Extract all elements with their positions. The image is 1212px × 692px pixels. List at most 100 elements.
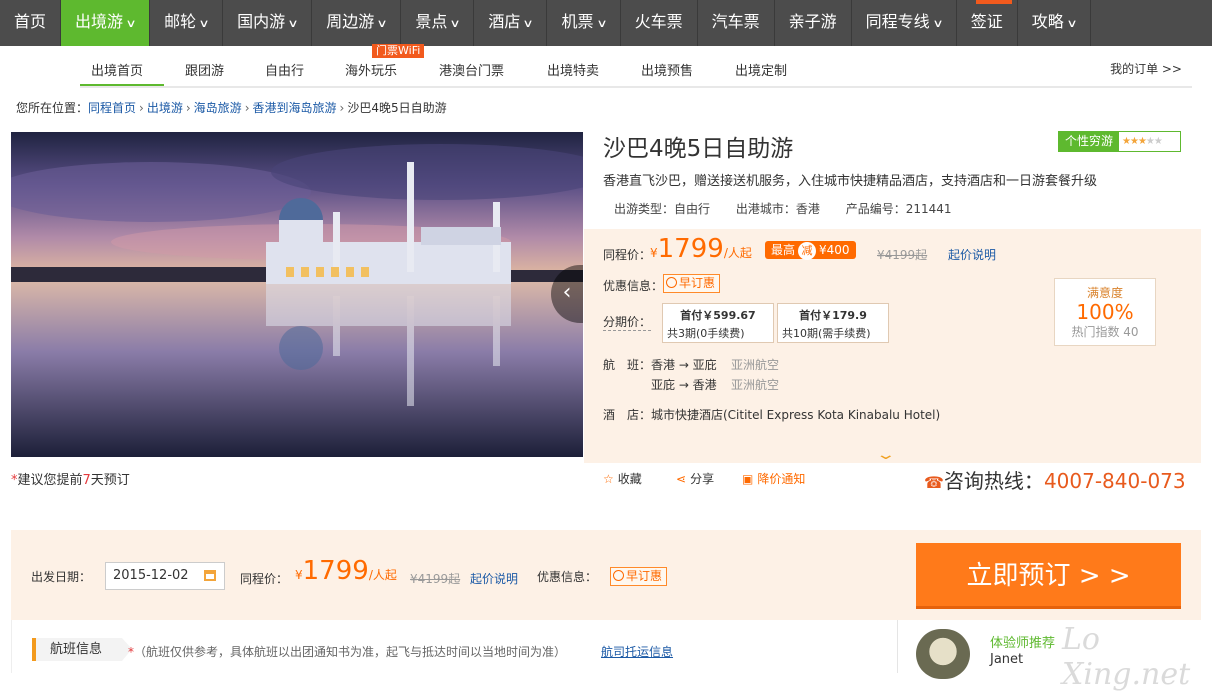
nav-item-label: 酒店	[488, 12, 521, 31]
nav-item-bus[interactable]: 汽车票	[698, 0, 775, 46]
clock-icon	[666, 277, 677, 288]
hot-badge	[976, 0, 1012, 4]
nav-item-special-line[interactable]: 同程专线 ∨	[852, 0, 957, 46]
product-meta: 出游类型：自由行 出港城市：香港 产品编号：211441	[614, 200, 974, 217]
tag-label: 个性穷游	[1059, 132, 1120, 151]
subnav-item-home[interactable]: 出境首页	[91, 60, 143, 79]
flight-info-tab[interactable]: 航班信息	[32, 638, 132, 661]
discount-badge: 最高减 ¥400	[765, 241, 856, 260]
booking-advice: *建议您提前7天预订	[11, 473, 130, 488]
flight-label: 航 班：	[603, 358, 652, 372]
booking-original-price: ¥4199起	[410, 572, 461, 586]
nav-item-home[interactable]: 首页	[0, 0, 62, 46]
nav-item-cruise[interactable]: 邮轮 ∨	[150, 0, 224, 46]
chevron-down-icon: ∨	[595, 17, 608, 30]
wifi-badge: 门票WiFi	[372, 44, 425, 58]
hotline: ☎咨询热线：4007-840-073	[924, 469, 1186, 493]
nav-item-guides[interactable]: 攻略 ∨	[1018, 0, 1091, 46]
breadcrumb-link[interactable]: 出境游	[147, 101, 183, 115]
my-orders-link[interactable]: 我的订单 >>	[1110, 60, 1182, 77]
price-label: 同程价：	[603, 248, 652, 262]
installment-label: 分期价：	[603, 315, 652, 331]
price-alert-button[interactable]: ▣ 降价通知	[742, 470, 805, 487]
chevron-down-icon: ∨	[287, 17, 299, 30]
chevron-down-icon: ∨	[125, 17, 137, 30]
nav-item-train[interactable]: 火车票	[621, 0, 698, 46]
share-icon: ⋖	[676, 472, 687, 486]
nav-item-label: 攻略	[1031, 12, 1064, 31]
nav-item-family[interactable]: 亲子游	[775, 0, 852, 46]
subnav-item-group-tour[interactable]: 跟团游	[185, 60, 224, 79]
chevron-down-icon: ∨	[932, 17, 944, 30]
booking-price-label: 同程价：	[240, 572, 289, 586]
subnav-item-hk-tickets[interactable]: 港澳台门票	[439, 60, 504, 79]
breadcrumb-prefix: 您所在位置：	[16, 101, 89, 115]
breadcrumb-link[interactable]: 同程首页	[88, 101, 136, 115]
installment-option[interactable]: 首付￥179.9 共10期(需手续费)	[777, 303, 889, 343]
nav-item-attractions[interactable]: 景点 ∨	[401, 0, 475, 46]
flight-note: *（航班仅供参考，具体航班以出团通知书为准，起飞与抵达时间以当地时间为准）	[128, 645, 567, 659]
expand-chevron-icon[interactable]: ⌄	[875, 447, 896, 463]
product-photo[interactable]: ‹	[11, 132, 583, 457]
price-tag-icon: ▣	[742, 472, 754, 486]
book-now-button[interactable]: 立即预订 > >	[916, 543, 1181, 609]
subnav-item-overseas-fun[interactable]: 海外玩乐	[345, 60, 397, 79]
subnav-item-sale[interactable]: 出境特卖	[547, 60, 599, 79]
promo-label: 优惠信息：	[603, 279, 664, 293]
breadcrumb: 您所在位置：同程首页 › 出境游 › 海岛旅游 › 香港到海岛旅游 › 沙巴4晚5日自助游	[16, 101, 447, 115]
product-title: 沙巴4晚5日自助游	[603, 136, 794, 162]
early-bird-badge[interactable]: 早订惠	[663, 274, 721, 293]
hotel-label: 酒 店：	[603, 408, 652, 422]
installment-option[interactable]: 首付￥599.67 共3期(0手续费)	[662, 303, 774, 343]
subnav-item-custom[interactable]: 出境定制	[735, 60, 787, 79]
breadcrumb-current: 沙巴4晚5日自助游	[347, 101, 447, 115]
nav-item-label: 机票	[561, 12, 594, 31]
advisor-name[interactable]: Janet	[990, 652, 1023, 667]
product-subtitle: 香港直飞沙巴，赠送接送机服务，入住城市快捷精品酒店，支持酒店和一日游套餐升级	[603, 174, 1098, 189]
nav-item-label: 出境游	[75, 12, 124, 31]
clock-icon	[613, 570, 624, 581]
original-price: ¥4199起	[877, 248, 928, 262]
calendar-icon[interactable]	[204, 570, 216, 581]
booking-price-explain-link[interactable]: 起价说明	[470, 570, 518, 587]
satisfaction-value: 100%	[1076, 300, 1134, 324]
chevron-down-icon: ∨	[522, 17, 535, 30]
baggage-info-link[interactable]: 航司托运信息	[601, 643, 673, 660]
product-code: 产品编号：211441	[845, 202, 952, 216]
nav-item-label: 周边游	[326, 12, 375, 31]
trip-type: 出游类型：自由行	[614, 202, 711, 216]
flight-airline: 亚洲航空	[731, 378, 780, 392]
booking-price: ¥1799/人起	[295, 556, 397, 586]
avatar[interactable]	[916, 629, 970, 679]
nav-item-outbound[interactable]: 出境游 ∨	[61, 0, 151, 46]
chevron-down-icon: ∨	[198, 17, 210, 30]
breadcrumb-link[interactable]: 海岛旅游	[194, 101, 242, 115]
nav-item-visa[interactable]: 签证	[957, 0, 1018, 46]
chevron-down-icon: ∨	[1066, 17, 1078, 30]
flight-route: 香港 → 亚庇	[651, 358, 717, 372]
nav-item-domestic[interactable]: 国内游 ∨	[223, 0, 313, 46]
nav-item-hotel[interactable]: 酒店 ∨	[474, 0, 548, 46]
breadcrumb-link[interactable]: 香港到海岛旅游	[253, 101, 337, 115]
subnav-item-free-travel[interactable]: 自由行	[265, 60, 304, 79]
nav-item-label: 亲子游	[788, 12, 837, 31]
hot-index: 热门指数 40	[1071, 325, 1139, 339]
price-panel	[584, 229, 1201, 463]
active-underline	[80, 84, 164, 86]
departure-city: 出港城市：香港	[735, 202, 820, 216]
nav-item-label: 汽车票	[711, 12, 760, 31]
booking-early-bird-badge[interactable]: 早订惠	[610, 567, 668, 586]
nav-item-flights[interactable]: 机票 ∨	[547, 0, 621, 46]
nav-item-label: 同程专线	[865, 12, 930, 31]
nav-item-label: 签证	[970, 12, 1003, 31]
departure-date-input[interactable]: 2015-12-02	[105, 562, 225, 590]
advisor-title: 体验师推荐	[990, 636, 1056, 651]
subnav-item-presale[interactable]: 出境预售	[641, 60, 693, 79]
star-rating: ★★★★★	[1122, 136, 1163, 147]
favorite-button[interactable]: ☆ 收藏	[603, 470, 642, 487]
flight-airline: 亚洲航空	[731, 358, 780, 372]
share-button[interactable]: ⋖ 分享	[676, 470, 714, 487]
watermark: Lo Xing.net	[1062, 622, 1191, 692]
price-explain-link[interactable]: 起价说明	[948, 246, 996, 263]
nav-item-nearby[interactable]: 周边游 ∨	[312, 0, 402, 46]
